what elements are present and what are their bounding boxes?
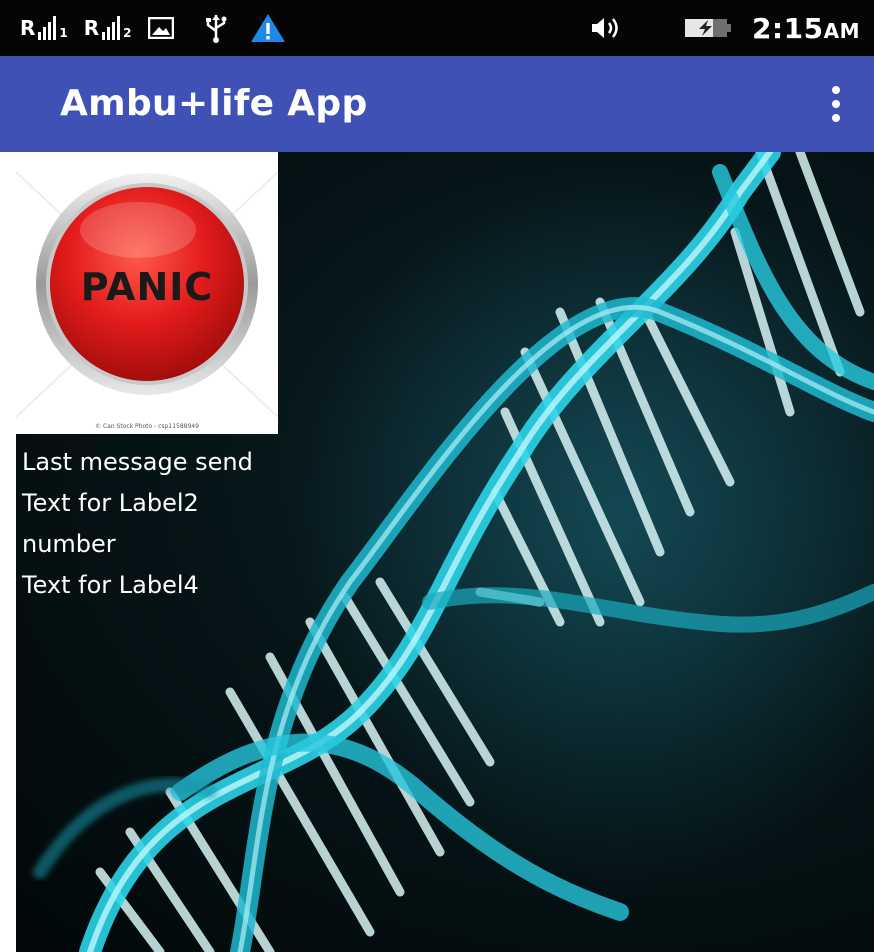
battery-charging-icon (684, 19, 731, 37)
app-title: Ambu+life App (60, 83, 368, 124)
last-message-label: Last message send (22, 448, 253, 476)
overflow-menu-icon[interactable] (826, 86, 846, 122)
number-label: number (22, 530, 116, 558)
sim1-signal: R 1 (20, 16, 68, 40)
app-bar: Ambu+life App (0, 56, 874, 152)
left-edge-strip (0, 152, 16, 952)
label2: Text for Label2 (22, 489, 199, 517)
status-bar: R 1 R 2 2:15AM (0, 0, 874, 56)
sim1-index: 1 (59, 26, 68, 40)
panic-button-label: PANIC (80, 265, 214, 309)
clock-time: 2:15 (751, 11, 824, 45)
status-bar-left: R 1 R 2 (20, 0, 286, 56)
sim1-label: R (20, 16, 36, 40)
volume-icon (591, 18, 618, 38)
image-notification-icon (147, 17, 174, 39)
labels-list: Last message send Text for Label2 number… (22, 442, 253, 606)
sim2-index: 2 (123, 26, 132, 40)
usb-icon (205, 15, 227, 43)
signal-icon (38, 16, 57, 40)
main-content: PANIC © Can Stock Photo - csp11588949 La… (0, 152, 874, 952)
clock-ampm: AM (823, 18, 860, 43)
panic-button[interactable]: PANIC © Can Stock Photo - csp11588949 (15, 152, 279, 434)
label4: Text for Label4 (22, 571, 199, 599)
sim2-label: R (83, 16, 100, 40)
sim2-signal: R 2 (84, 16, 132, 40)
clock: 2:15AM (752, 12, 860, 45)
image-credit: © Can Stock Photo - csp11588949 (95, 423, 199, 430)
status-bar-right: 2:15AM (590, 0, 860, 56)
signal-icon (102, 16, 121, 40)
warning-icon (250, 14, 285, 42)
